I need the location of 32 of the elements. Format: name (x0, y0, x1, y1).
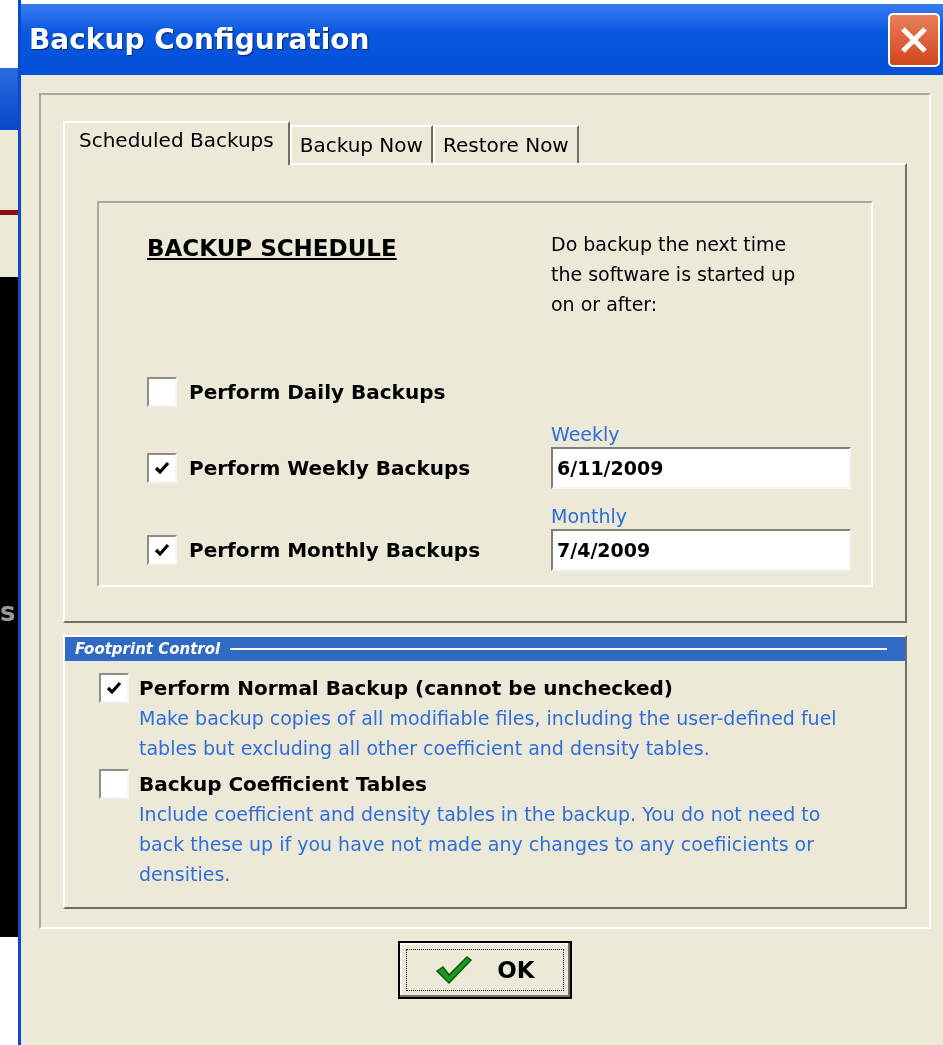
checkmark-icon (106, 681, 122, 695)
option-description: Include coefficient and density tables in the backup. You do not need to back these up if you have not made any changes to any coefiicients or densities. (139, 802, 822, 887)
tab[interactable]: Scheduled Backups (63, 121, 290, 165)
option-description: Make backup copies of all modifiable files, including the user-defined fuel tables but excluding all other coefficient and density tables. (139, 706, 838, 761)
background-stripe (0, 210, 18, 215)
checkmark-icon (435, 955, 474, 985)
checkbox-label: Perform Normal Backup (cannot be unchecked) (139, 675, 674, 702)
close-icon (899, 24, 929, 55)
date-field[interactable]: 6/11/2009 (551, 447, 851, 489)
checkmark-icon (154, 543, 170, 557)
checkbox[interactable] (147, 535, 177, 565)
ok-button[interactable]: OK (398, 941, 572, 999)
date-label: Weekly (551, 422, 621, 447)
tab[interactable]: Restore Now (432, 125, 579, 163)
group-title: Footprint Control (75, 640, 221, 658)
section-heading: BACKUP SCHEDULE (147, 234, 398, 261)
date-label: Monthly (551, 504, 629, 529)
window-title: Backup Configuration (29, 23, 371, 56)
tab[interactable]: Backup Now (289, 125, 433, 163)
background-text: s (0, 597, 17, 627)
checkbox-label: Perform Weekly Backups (189, 456, 471, 480)
checkbox[interactable] (147, 377, 177, 407)
checkmark-icon (154, 461, 170, 475)
checkbox-label: Backup Coefficient Tables (139, 771, 428, 798)
schedule-note: Do backup the next time the software is started up on or after: (551, 232, 797, 317)
checkbox[interactable] (147, 453, 177, 483)
date-field[interactable]: 7/4/2009 (551, 529, 851, 571)
checkbox[interactable] (99, 769, 129, 799)
checkbox-label: Perform Daily Backups (189, 380, 446, 404)
close-button[interactable] (888, 12, 940, 67)
checkbox[interactable] (99, 673, 129, 703)
checkbox-label: Perform Monthly Backups (189, 538, 481, 562)
